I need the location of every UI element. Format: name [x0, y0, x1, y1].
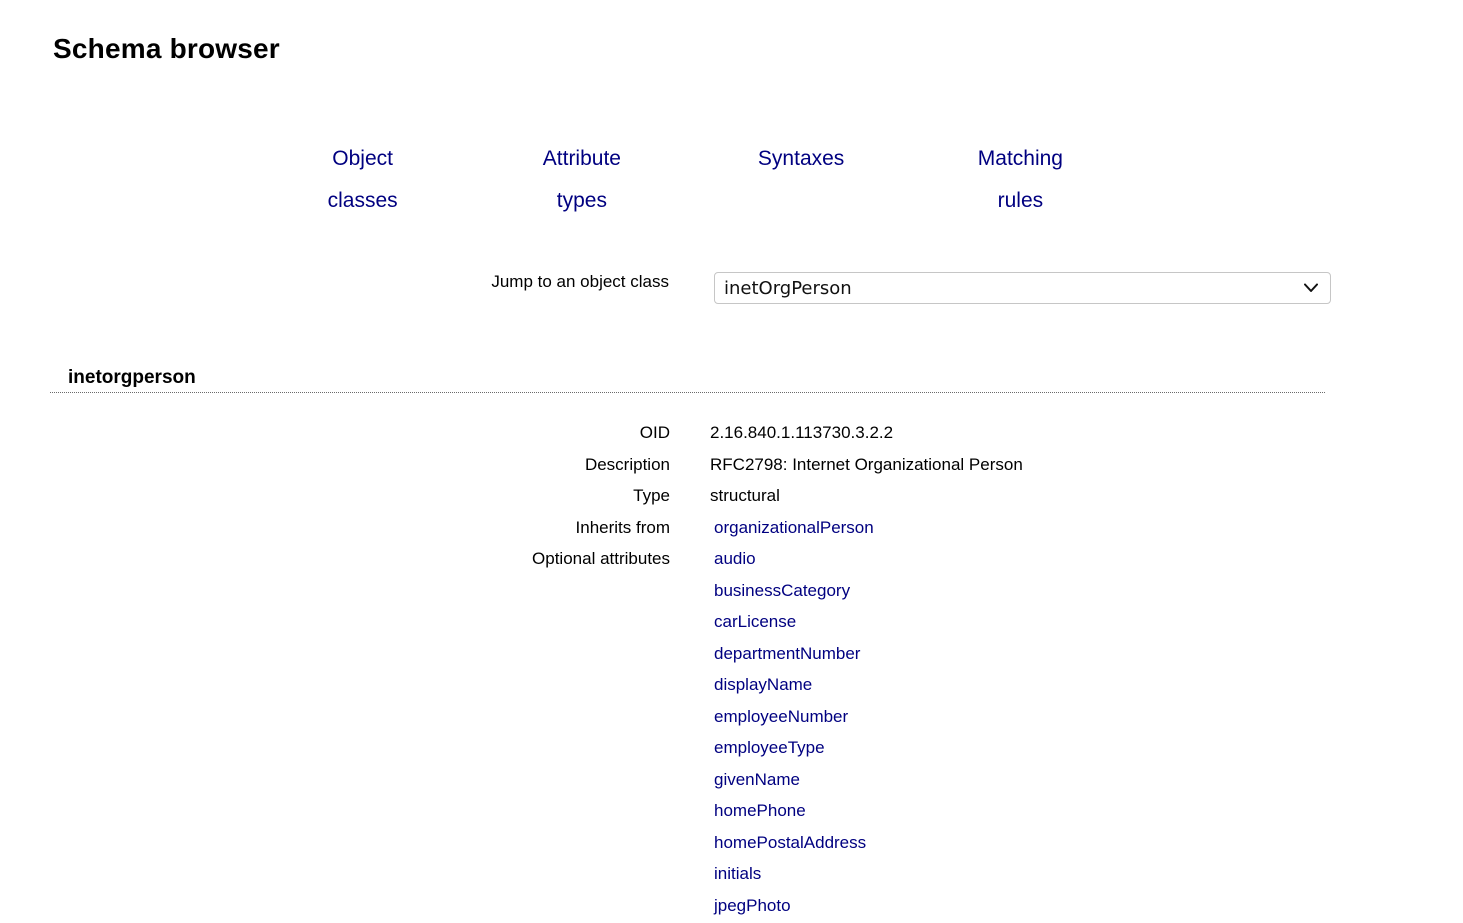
nav-cell: Attribute types: [472, 138, 691, 222]
objectclass-details: OID 2.16.840.1.113730.3.2.2 Description …: [0, 417, 1463, 921]
type-value: structural: [710, 480, 1463, 512]
inherits-from-value: organizationalPerson: [710, 512, 1463, 544]
jump-to-object-class-label: Jump to an object class: [0, 266, 669, 298]
optional-attribute-link[interactable]: employeeNumber: [710, 701, 848, 733]
optional-attribute-link[interactable]: audio: [710, 543, 756, 575]
schema-browser-page: Schema browser Object classes Attribute …: [0, 0, 1463, 923]
description-value: RFC2798: Internet Organizational Person: [710, 449, 1463, 481]
nav-link[interactable]: Object classes: [306, 138, 420, 222]
page-title: Schema browser: [53, 33, 280, 65]
optional-attribute-link[interactable]: initials: [710, 858, 761, 890]
nav-link[interactable]: Attribute types: [525, 138, 639, 222]
objectclass-section-title: inetorgperson: [68, 367, 196, 389]
oid-value: 2.16.840.1.113730.3.2.2: [710, 417, 1463, 449]
optional-attribute-link[interactable]: homePhone: [710, 795, 806, 827]
oid-label: OID: [0, 417, 670, 449]
optional-attribute-link[interactable]: employeeType: [710, 732, 825, 764]
optional-attribute-link[interactable]: businessCategory: [710, 575, 850, 607]
optional-attribute-link[interactable]: jpegPhoto: [710, 890, 791, 922]
optional-attribute-link[interactable]: givenName: [710, 764, 800, 796]
type-label: Type: [0, 480, 670, 512]
optional-attributes-label: Optional attributes: [0, 543, 670, 921]
nav-cell: Object classes: [253, 138, 472, 222]
optional-attribute-link[interactable]: homePostalAddress: [710, 827, 866, 859]
section-divider: [50, 392, 1325, 393]
inherits-from-label: Inherits from: [0, 512, 670, 544]
optional-attribute-link[interactable]: carLicense: [710, 606, 796, 638]
object-class-select-wrap: inetOrgPerson: [714, 272, 1331, 304]
optional-attribute-link[interactable]: displayName: [710, 669, 812, 701]
nav-cell: Syntaxes: [692, 138, 911, 222]
optional-attribute-link[interactable]: departmentNumber: [710, 638, 860, 670]
optional-attributes-list: audio businessCategory carLicense depart…: [710, 543, 1463, 921]
inherits-from-link[interactable]: organizationalPerson: [710, 518, 874, 537]
nav-link[interactable]: Matching rules: [963, 138, 1077, 222]
nav-cell: Matching rules: [911, 138, 1130, 222]
object-class-select[interactable]: inetOrgPerson: [714, 272, 1331, 304]
nav-link[interactable]: Syntaxes: [744, 138, 858, 180]
description-label: Description: [0, 449, 670, 481]
schema-nav: Object classes Attribute types Syntaxes …: [253, 138, 1130, 222]
